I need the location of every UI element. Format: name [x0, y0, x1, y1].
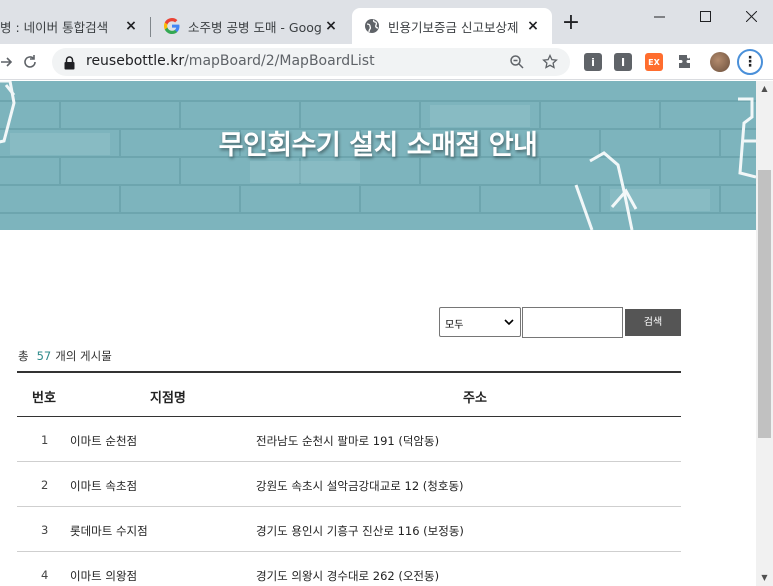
row-address: 경기도 용인시 기흥구 진산로 116 (보정동): [256, 524, 464, 538]
globe-icon: [364, 18, 380, 34]
minimize-button[interactable]: [636, 0, 682, 32]
close-window-button[interactable]: [728, 0, 773, 32]
header-number: 번호: [32, 391, 56, 406]
search-input[interactable]: [522, 307, 623, 338]
url-text: reusebottle.kr/mapBoard/2/MapBoardList: [86, 53, 375, 69]
count-number: 57: [36, 349, 52, 363]
zoom-icon[interactable]: [507, 52, 527, 72]
row-number: 1: [41, 433, 49, 447]
row-store-name[interactable]: 이마트 의왕점: [70, 568, 137, 584]
close-tab-icon[interactable]: ×: [524, 17, 542, 35]
lock-icon: [64, 55, 75, 74]
info-extension-icon[interactable]: i: [584, 53, 602, 71]
count-suffix: 개의 게시물: [55, 349, 112, 363]
row-number: 3: [41, 523, 49, 537]
chevron-down-icon: [504, 317, 514, 327]
table-row[interactable]: 2 이마트 속초점 강원도 속초시 설악금강대교로 12 (청호동): [17, 462, 681, 507]
table-row[interactable]: 3 롯데마트 수지점 경기도 용인시 기흥구 진산로 116 (보정동): [17, 507, 681, 552]
scrollbar-thumb[interactable]: [758, 170, 771, 438]
star-icon[interactable]: [540, 52, 560, 72]
row-store-name[interactable]: 이마트 속초점: [70, 478, 137, 494]
reload-icon[interactable]: [18, 50, 42, 74]
close-tab-icon[interactable]: ×: [322, 17, 340, 35]
url-domain: reusebottle.kr: [86, 53, 185, 69]
ex-extension-icon[interactable]: EX: [645, 53, 663, 71]
tab-naver-search[interactable]: 병 : 네이버 통합검색 ×: [0, 8, 150, 44]
page-banner: 무인회수기 설치 소매점 안내: [0, 81, 756, 230]
row-store-name[interactable]: 롯데마트 수지점: [70, 523, 148, 539]
browser-toolbar: reusebottle.kr/mapBoard/2/MapBoardList i…: [0, 44, 773, 80]
total-count: 총 57 개의 게시물: [18, 348, 112, 364]
row-store-name[interactable]: 이마트 순천점: [70, 433, 137, 449]
tab-google-search[interactable]: 소주병 공병 도매 - Goog ×: [150, 8, 350, 44]
tab-title: 병 : 네이버 통합검색: [0, 19, 109, 35]
count-prefix: 총: [18, 349, 29, 363]
new-tab-button[interactable]: +: [559, 12, 583, 36]
puzzle-icon[interactable]: [677, 53, 695, 71]
table-header: 번호 지점명 주소: [17, 371, 681, 417]
tab-strip: 병 : 네이버 통합검색 × 소주병 공병 도매 - Goog × 빈용기보증금…: [0, 0, 773, 44]
row-address: 전라남도 순천시 팔마로 191 (덕암동): [256, 434, 440, 448]
forward-icon[interactable]: [0, 50, 18, 74]
browser-menu-button[interactable]: ⋮: [737, 49, 763, 75]
store-table: 번호 지점명 주소 1 이마트 순천점 전라남도 순천시 팔마로 191 (덕암…: [17, 371, 681, 586]
close-tab-icon[interactable]: ×: [122, 17, 140, 35]
url-path: /mapBoard/2/MapBoardList: [184, 53, 375, 69]
search-button[interactable]: 검색: [625, 309, 681, 336]
scroll-down-icon[interactable]: ▼: [760, 573, 769, 582]
table-row[interactable]: 4 이마트 의왕점 경기도 의왕시 경수대로 262 (오전동): [17, 552, 681, 586]
tab-title: 빈용기보증금 신고보상제: [388, 19, 519, 35]
maximize-button[interactable]: [682, 0, 728, 32]
table-row[interactable]: 1 이마트 순천점 전라남도 순천시 팔마로 191 (덕암동): [17, 417, 681, 462]
browser-window: 병 : 네이버 통합검색 × 소주병 공병 도매 - Goog × 빈용기보증금…: [0, 0, 773, 586]
row-number: 4: [41, 568, 49, 582]
search-form: 모두 검색: [0, 307, 756, 339]
vertical-scrollbar[interactable]: ▲ ▼: [756, 81, 773, 586]
row-address: 강원도 속초시 설악금강대교로 12 (청호동): [256, 479, 464, 493]
row-address: 경기도 의왕시 경수대로 262 (오전동): [256, 569, 440, 583]
address-bar[interactable]: reusebottle.kr/mapBoard/2/MapBoardList: [52, 48, 570, 76]
extension-icon[interactable]: I: [614, 53, 632, 71]
row-number: 2: [41, 478, 49, 492]
google-icon: [164, 18, 180, 34]
tab-active-reusebottle[interactable]: 빈용기보증금 신고보상제 ×: [352, 8, 552, 44]
profile-avatar[interactable]: [710, 52, 730, 72]
page-title: 무인회수기 설치 소매점 안내: [218, 130, 538, 161]
header-store-name: 지점명: [150, 391, 186, 406]
tab-title: 소주병 공병 도매 - Goog: [188, 19, 322, 35]
search-scope-select[interactable]: 모두: [439, 307, 521, 337]
page-viewport: 무인회수기 설치 소매점 안내 모두 검색 총 57 개의 게시물 번호 지점명 주…: [0, 81, 756, 586]
scroll-up-icon[interactable]: ▲: [760, 84, 769, 93]
select-value: 모두: [445, 320, 464, 331]
header-address: 주소: [463, 391, 487, 406]
